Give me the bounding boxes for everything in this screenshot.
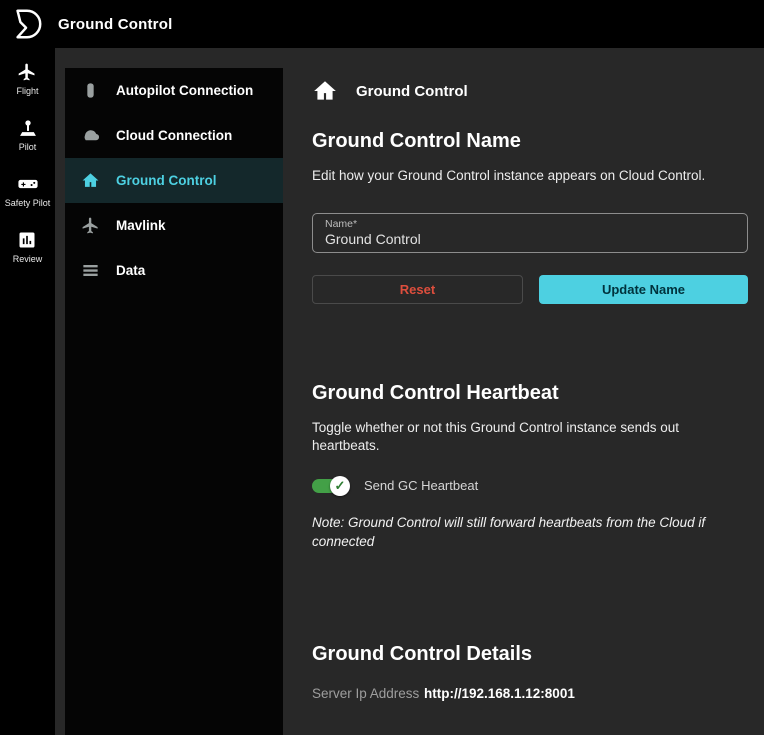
name-field: Name* [312, 213, 748, 253]
sidebar-item-label: Mavlink [116, 218, 166, 233]
sidebar-item-ground-control[interactable]: Ground Control [65, 158, 283, 203]
main-panel: Ground Control Ground Control Name Edit … [290, 48, 764, 735]
name-actions: Reset Update Name [312, 275, 748, 304]
heartbeat-section-title: Ground Control Heartbeat [312, 382, 748, 405]
page-title: Ground Control [356, 83, 468, 100]
heartbeat-note: Note: Ground Control will still forward … [312, 514, 748, 552]
update-name-button[interactable]: Update Name [539, 275, 748, 304]
home-icon [312, 78, 338, 104]
reset-button[interactable]: Reset [312, 275, 523, 304]
heartbeat-section-description: Toggle whether or not this Ground Contro… [312, 419, 748, 455]
sidebar-item-label: Data [116, 263, 145, 278]
plane-icon [17, 62, 37, 82]
rail-item-flight[interactable]: Flight [16, 62, 38, 96]
heartbeat-toggle-row: ✓ Send GC Heartbeat [312, 476, 748, 496]
heartbeat-toggle-label: Send GC Heartbeat [364, 478, 478, 493]
check-icon: ✓ [335, 479, 346, 492]
sidebar-item-autopilot-connection[interactable]: Autopilot Connection [65, 68, 283, 113]
sidebar-item-data[interactable]: Data [65, 248, 283, 293]
rail-label: Review [13, 254, 43, 264]
app-logo-icon [10, 7, 44, 41]
detail-label: Server Ip Address [312, 686, 424, 701]
sidebar-item-cloud-connection[interactable]: Cloud Connection [65, 113, 283, 158]
analytics-icon [17, 230, 37, 250]
home-icon [81, 171, 100, 190]
sidebar-item-label: Autopilot Connection [116, 83, 253, 98]
name-section-description: Edit how your Ground Control instance ap… [312, 167, 748, 185]
rail-label: Pilot [19, 142, 37, 152]
page-header: Ground Control [312, 78, 748, 104]
cloud-icon [81, 126, 100, 145]
rail-item-pilot[interactable]: Pilot [18, 118, 38, 152]
list-icon [81, 261, 100, 280]
rail-label: Flight [16, 86, 38, 96]
autopilot-icon [81, 81, 100, 100]
name-section-title: Ground Control Name [312, 130, 748, 153]
rail-item-review[interactable]: Review [13, 230, 43, 264]
rail-label: Safety Pilot [5, 198, 51, 208]
details-section-title: Ground Control Details [312, 643, 748, 666]
sidebar-item-label: Ground Control [116, 173, 216, 188]
joystick-icon [18, 118, 38, 138]
name-field-label: Name* [325, 218, 747, 230]
top-bar: Ground Control [0, 0, 764, 48]
sidebar-item-label: Cloud Connection [116, 128, 232, 143]
name-input[interactable] [325, 231, 726, 247]
app-title: Ground Control [58, 16, 172, 33]
detail-value: http://192.168.1.12:8001 [424, 686, 575, 701]
heartbeat-toggle[interactable]: ✓ [312, 476, 350, 496]
settings-sidebar: Autopilot Connection Cloud Connection Gr… [65, 68, 283, 735]
left-rail: Flight Pilot Safety Pilot Review [0, 48, 55, 735]
detail-row-server-ip: Server Ip Address http://192.168.1.12:80… [312, 686, 748, 701]
toggle-thumb: ✓ [330, 476, 350, 496]
sidebar-item-mavlink[interactable]: Mavlink [65, 203, 283, 248]
gamepad-icon [18, 174, 38, 194]
rail-item-safety-pilot[interactable]: Safety Pilot [5, 174, 51, 208]
plane-icon [81, 216, 100, 235]
